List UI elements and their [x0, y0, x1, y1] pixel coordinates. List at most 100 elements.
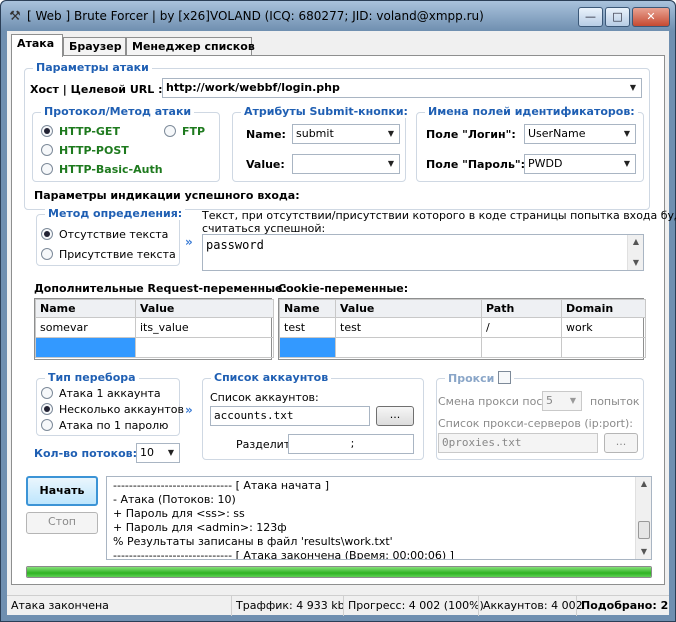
table-cell[interactable]: somevar: [35, 317, 136, 338]
cookie-vars-heading: Cookie-переменные:: [278, 282, 409, 295]
table-row[interactable]: somevar its_value: [35, 317, 274, 338]
login-field-label: Поле "Логин":: [426, 128, 516, 141]
status-progress: Прогресс: 4 002 (100%): [343, 596, 484, 616]
chevron-down-icon[interactable]: ▼: [565, 392, 581, 410]
proxy-list-label: Список прокси-серверов (ip:port):: [438, 417, 633, 430]
radio-text-present[interactable]: Присутствие текста: [41, 248, 176, 261]
proxy-browse-button[interactable]: ...: [604, 433, 638, 453]
chevron-down-icon[interactable]: ▼: [163, 444, 179, 462]
radio-text-absent[interactable]: Отсутствие текста: [41, 228, 168, 241]
radio-multiple-accounts[interactable]: Несколько аккаунтов: [41, 403, 184, 416]
success-heading: Параметры индикации успешного входа:: [34, 189, 300, 202]
radio-indicator: [41, 144, 53, 156]
radio-http-basic-auth[interactable]: HTTP-Basic-Auth: [41, 163, 163, 176]
submit-value-select[interactable]: ▼: [292, 154, 400, 174]
chevron-down-icon[interactable]: ▼: [619, 155, 635, 173]
cookie-vars-table[interactable]: Name Value Path Domain test test / work: [278, 298, 646, 360]
table-cell-selected[interactable]: [279, 337, 336, 358]
radio-indicator: [41, 125, 53, 137]
radio-single-password[interactable]: Атака по 1 паролю: [41, 419, 168, 432]
password-field-select[interactable]: PWDD ▼: [524, 154, 636, 174]
table-cell[interactable]: /: [481, 317, 562, 338]
request-vars-table[interactable]: Name Value somevar its_value: [34, 298, 274, 360]
attack-panel: Параметры атаки Хост | Целевой URL : htt…: [11, 55, 676, 585]
tab-browser-label: Браузер: [69, 40, 122, 53]
scroll-down-icon[interactable]: ▼: [636, 545, 651, 559]
stop-button[interactable]: Стоп: [26, 512, 98, 534]
chevron-down-icon[interactable]: ▼: [383, 125, 399, 143]
login-field-select[interactable]: UserName ▼: [524, 124, 636, 144]
start-button[interactable]: Начать: [26, 476, 98, 506]
table-row[interactable]: test test / work: [279, 317, 646, 338]
table-cell[interactable]: test: [279, 317, 336, 338]
client-area: Атака Браузер Менеджер списков Параметры…: [7, 31, 676, 616]
threads-select[interactable]: 10 ▼: [136, 443, 180, 463]
log-line: % Результаты записаны в файл 'results\wo…: [113, 535, 393, 548]
column-header-value[interactable]: Value: [135, 299, 274, 318]
log-output[interactable]: ------------------------------ [ Атака н…: [106, 476, 652, 560]
close-button[interactable]: ✕: [632, 7, 670, 27]
table-cell[interactable]: [561, 337, 646, 358]
radio-text-absent-label: Отсутствие текста: [59, 228, 169, 241]
target-url-input[interactable]: http://work/webbf/login.php ▼: [162, 78, 642, 98]
radio-http-post[interactable]: HTTP-POST: [41, 144, 129, 157]
proxy-file-input[interactable]: 0proxies.txt: [438, 433, 598, 453]
request-vars-heading: Дополнительные Request-переменные:: [34, 282, 287, 295]
success-text-input[interactable]: password: [202, 234, 644, 271]
maximize-button[interactable]: □: [605, 7, 630, 27]
minimize-button[interactable]: —: [578, 7, 603, 27]
target-url-value: http://work/webbf/login.php: [166, 81, 340, 94]
chevron-down-icon[interactable]: ▼: [383, 155, 399, 173]
table-cell[interactable]: its_value: [135, 317, 274, 338]
proxy-enable-checkbox[interactable]: [498, 371, 512, 384]
arrow-right-icon: »: [185, 235, 193, 249]
radio-indicator: [41, 163, 53, 175]
proxy-change-select[interactable]: 5 ▼: [542, 391, 582, 411]
chevron-down-icon[interactable]: ▼: [619, 125, 635, 143]
submit-name-select[interactable]: submit ▼: [292, 124, 400, 144]
scrollbar-thumb[interactable]: [638, 521, 650, 539]
chevron-down-icon[interactable]: ▼: [625, 79, 641, 97]
scroll-down-icon[interactable]: ▼: [628, 256, 644, 270]
table-row-new[interactable]: [279, 337, 646, 358]
tab-list-manager[interactable]: Менеджер списков: [126, 37, 255, 56]
column-header-name[interactable]: Name: [279, 299, 336, 318]
submit-value-label: Value:: [246, 158, 285, 171]
radio-indicator: [41, 248, 53, 260]
tools-icon: ⚒: [9, 9, 21, 24]
table-cell[interactable]: [135, 337, 274, 358]
radio-ftp[interactable]: FTP: [164, 125, 205, 138]
arrow-right-icon: »: [185, 403, 193, 417]
table-cell[interactable]: test: [335, 317, 482, 338]
host-label: Хост | Целевой URL :: [30, 83, 163, 96]
tab-attack[interactable]: Атака: [11, 34, 63, 57]
column-header-path[interactable]: Path: [481, 299, 562, 318]
radio-single-account[interactable]: Атака 1 аккаунта: [41, 387, 161, 400]
scroll-up-icon[interactable]: ▲: [636, 477, 651, 491]
column-header-name[interactable]: Name: [35, 299, 136, 318]
separator-input[interactable]: ;: [288, 434, 414, 454]
table-cell[interactable]: [481, 337, 562, 358]
table-cell[interactable]: work: [561, 317, 646, 338]
table-row-new[interactable]: [35, 337, 274, 358]
success-text-scrollbar[interactable]: ▲ ▼: [627, 235, 643, 270]
column-header-domain[interactable]: Domain: [561, 299, 646, 318]
log-scrollbar[interactable]: ▲ ▼: [635, 477, 651, 559]
radio-text-present-label: Присутствие текста: [59, 248, 176, 261]
title-bar[interactable]: ⚒ [ Web ] Brute Forcer | by [x26]VOLAND …: [1, 1, 675, 31]
status-state: Атака закончена: [11, 599, 109, 612]
threads-value: 10: [140, 446, 154, 459]
protocol-group-label: Протокол/Метод атаки: [41, 105, 195, 118]
column-header-value[interactable]: Value: [335, 299, 482, 318]
radio-http-get[interactable]: HTTP-GET: [41, 125, 120, 138]
scroll-up-icon[interactable]: ▲: [628, 235, 644, 249]
threads-label: Кол-во потоков:: [34, 447, 137, 460]
accounts-browse-button[interactable]: ...: [376, 406, 414, 426]
status-bar: Атака закончена Траффик: 4 933 kb Прогре…: [7, 595, 669, 616]
proxy-change-suffix: попыток: [590, 395, 640, 408]
tab-browser[interactable]: Браузер: [63, 37, 126, 56]
accounts-file-input[interactable]: accounts.txt: [210, 406, 370, 426]
table-cell-selected[interactable]: [35, 337, 136, 358]
table-cell[interactable]: [335, 337, 482, 358]
password-field-value: PWDD: [528, 157, 563, 170]
